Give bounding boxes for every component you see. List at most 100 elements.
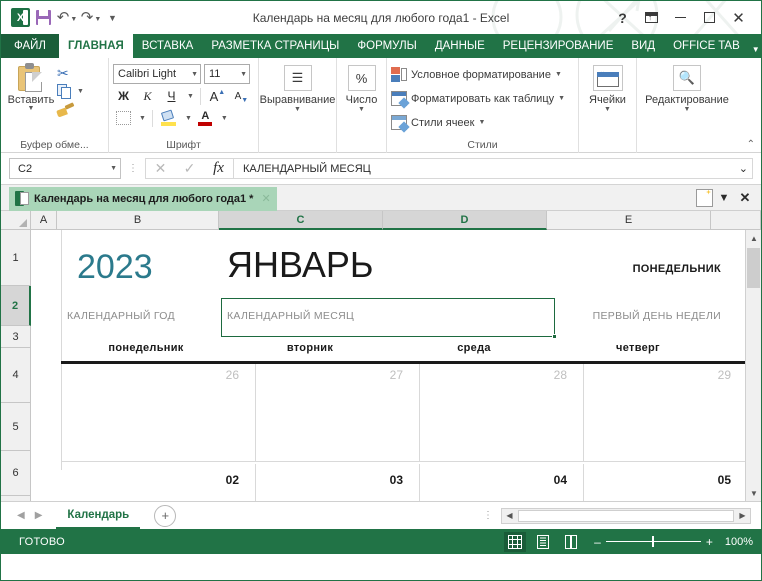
sheet-bar-separator: ⋮ xyxy=(483,510,493,521)
new-document-button[interactable] xyxy=(696,188,713,207)
zoom-slider[interactable]: – + xyxy=(594,535,713,549)
close-icon[interactable]: ✕ xyxy=(258,192,270,205)
column-header-d[interactable]: D xyxy=(383,211,547,230)
horizontal-scrollbar[interactable]: ◀ ▶ xyxy=(501,507,751,524)
select-all-button[interactable] xyxy=(1,211,31,230)
redo-button[interactable]: ↷ ▼ xyxy=(80,7,102,29)
close-button[interactable]: ✕ xyxy=(724,6,753,30)
worksheet[interactable]: 2023 ЯНВАРЬ ПОНЕДЕЛЬНИК КАЛЕНДАРНЫЙ ГОД … xyxy=(31,230,761,501)
tab-view[interactable]: ВИД xyxy=(622,34,664,58)
undo-button[interactable]: ↶ ▼ xyxy=(56,7,78,29)
row-header-4[interactable]: 4 xyxy=(1,348,31,403)
fill-color-button[interactable] xyxy=(159,108,180,129)
sheet-tab-kalendar[interactable]: Календарь xyxy=(56,502,141,529)
cut-button[interactable]: ✂ xyxy=(57,64,84,81)
customize-quick-access-button[interactable]: ▼ xyxy=(104,13,120,23)
row-header-2[interactable]: 2 xyxy=(1,286,31,326)
chevron-down-icon[interactable]: ▼ xyxy=(139,115,146,122)
alignment-label: Выравнивание xyxy=(259,94,336,106)
bold-button[interactable]: Ж xyxy=(113,86,134,107)
column-header-c[interactable]: C xyxy=(219,211,383,230)
row-header-7[interactable] xyxy=(1,496,31,501)
sheet-nav-arrows: ◀ ▶ xyxy=(7,510,56,521)
format-as-table-button[interactable]: Форматировать как таблицу ▼ xyxy=(391,88,565,109)
chevron-down-icon[interactable]: ▼ xyxy=(221,115,228,122)
scroll-right-button[interactable]: ▶ xyxy=(735,509,750,523)
column-header-b[interactable]: B xyxy=(57,211,219,230)
tab-page-layout[interactable]: РАЗМЕТКА СТРАНИЦЫ xyxy=(202,34,348,58)
enter-formula-button[interactable]: ✓ xyxy=(175,158,204,179)
alignment-button[interactable]: ☰ Выравнивание ▼ xyxy=(259,61,336,113)
scroll-down-button[interactable]: ▼ xyxy=(746,485,761,501)
font-size-combo[interactable]: 11 ▼ xyxy=(204,64,250,84)
borders-button[interactable] xyxy=(113,108,134,129)
increase-font-size-button[interactable]: A ▲ xyxy=(207,86,228,107)
underline-dropdown-icon[interactable]: ▼ xyxy=(187,93,194,100)
column-header-a[interactable]: A xyxy=(31,211,57,230)
clipboard-group-label: Буфер обме... xyxy=(20,139,89,151)
document-tab[interactable]: Календарь на месяц для любого года1 * ✕ xyxy=(9,186,277,211)
row-header-1[interactable]: 1 xyxy=(1,230,31,286)
tab-formulas[interactable]: ФОРМУЛЫ xyxy=(348,34,425,58)
horizontal-scroll-thumb[interactable] xyxy=(518,509,734,522)
cells-button[interactable]: ↔ Ячейки ▼ xyxy=(583,61,632,113)
fill-handle[interactable] xyxy=(552,334,557,339)
italic-button[interactable]: К xyxy=(137,86,158,107)
zoom-level[interactable]: 100% xyxy=(719,536,753,548)
font-name-combo[interactable]: Calibri Light ▼ xyxy=(113,64,201,84)
next-sheet-button[interactable]: ▶ xyxy=(35,510,43,521)
decrease-font-size-button[interactable]: A ▼ xyxy=(231,86,252,107)
save-button[interactable] xyxy=(32,7,54,29)
expand-formula-bar-icon[interactable]: ⌄ xyxy=(735,162,748,175)
collapse-ribbon-button[interactable]: ⌃ xyxy=(747,139,755,150)
editing-button[interactable]: 🔍 Редактирование ▼ xyxy=(641,61,733,113)
zoom-in-button[interactable]: + xyxy=(706,535,713,549)
close-document-button[interactable]: ✕ xyxy=(735,188,755,208)
paste-button[interactable]: Вставить ▼ xyxy=(5,61,57,112)
zoom-thumb[interactable] xyxy=(651,536,654,547)
name-box[interactable]: C2 ▼ xyxy=(9,158,121,179)
zoom-out-button[interactable]: – xyxy=(594,535,601,549)
tab-data[interactable]: ДАННЫЕ xyxy=(426,34,494,58)
tab-home[interactable]: ГЛАВНАЯ xyxy=(58,34,133,58)
tab-review[interactable]: РЕЦЕНЗИРОВАНИЕ xyxy=(494,34,623,58)
number-button[interactable]: % Число ▼ xyxy=(341,61,382,113)
help-button[interactable]: ? xyxy=(608,6,637,30)
previous-sheet-button[interactable]: ◀ xyxy=(17,510,25,521)
vertical-scroll-thumb[interactable] xyxy=(747,248,760,288)
insert-function-button[interactable]: fx xyxy=(204,158,233,179)
cell-styles-button[interactable]: Стили ячеек ▼ xyxy=(391,112,485,133)
ribbon-display-options-button[interactable] xyxy=(637,6,666,30)
tab-office-tab[interactable]: OFFICE TAB xyxy=(664,34,749,58)
calendar-first-day-caption: ПЕРВЫЙ ДЕНЬ НЕДЕЛИ xyxy=(592,310,721,322)
chevron-down-icon[interactable]: ▼ xyxy=(185,115,192,122)
more-tabs-icon[interactable]: ▼ xyxy=(749,45,761,54)
sheet-tab-bar: ◀ ▶ Календарь + ⋮ ◀ ▶ xyxy=(1,501,761,529)
row-header-6[interactable]: 6 xyxy=(1,451,31,496)
normal-view-button[interactable] xyxy=(504,531,527,552)
format-painter-button[interactable] xyxy=(56,101,84,119)
add-sheet-button[interactable]: + xyxy=(154,504,177,527)
underline-button[interactable]: Ч xyxy=(161,86,182,107)
minimize-button[interactable] xyxy=(666,6,695,30)
scroll-left-button[interactable]: ◀ xyxy=(502,509,517,523)
font-name-value: Calibri Light xyxy=(118,68,177,80)
scroll-up-button[interactable]: ▲ xyxy=(746,230,761,246)
zoom-track[interactable] xyxy=(605,536,701,547)
cancel-formula-button[interactable]: ✕ xyxy=(146,158,175,179)
row-header-5[interactable]: 5 xyxy=(1,403,31,451)
page-layout-view-button[interactable] xyxy=(532,532,554,552)
formula-input[interactable]: КАЛЕНДАРНЫЙ МЕСЯЦ ⌄ xyxy=(233,158,753,179)
restore-button[interactable] xyxy=(695,6,724,30)
document-tab-menu-button[interactable]: ▼ xyxy=(714,188,734,208)
font-color-button[interactable]: A xyxy=(195,108,216,129)
row-header-3[interactable]: 3 xyxy=(1,326,31,348)
tab-insert[interactable]: ВСТАВКА xyxy=(133,34,203,58)
tab-file[interactable]: ФАЙЛ xyxy=(1,34,59,58)
chevron-down-icon[interactable]: ▼ xyxy=(77,88,84,95)
page-break-preview-button[interactable] xyxy=(560,532,582,552)
column-header-e[interactable]: E xyxy=(547,211,711,230)
copy-button[interactable]: ▼ xyxy=(57,83,84,100)
vertical-scrollbar[interactable]: ▲ ▼ xyxy=(745,230,761,501)
conditional-formatting-button[interactable]: Условное форматирование ▼ xyxy=(391,64,562,85)
